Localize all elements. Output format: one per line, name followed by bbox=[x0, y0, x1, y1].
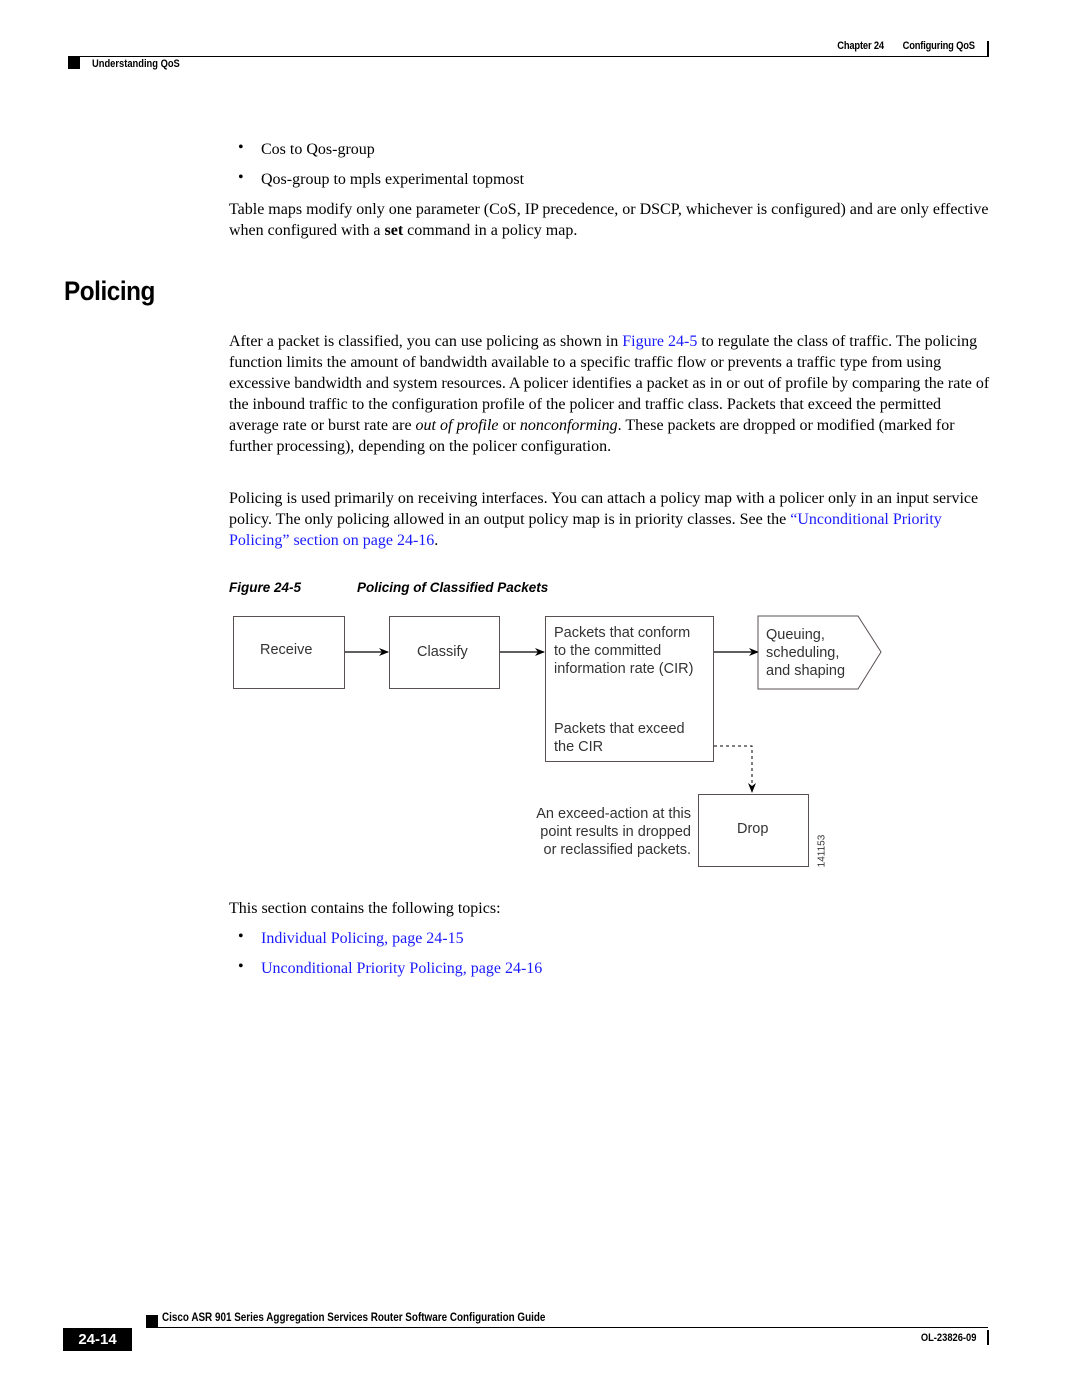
receive-label: Receive bbox=[260, 642, 313, 658]
footer-bar bbox=[987, 1330, 989, 1345]
policing-paragraph-2: Policing is used primarily on receiving … bbox=[229, 488, 991, 551]
figure-id: 141153 bbox=[816, 834, 828, 868]
note-line: point results in dropped bbox=[540, 824, 691, 840]
header-chapter: Chapter 24 Configuring QoS bbox=[837, 40, 975, 52]
text: After a packet is classified, you can us… bbox=[229, 333, 623, 350]
classify-label: Classify bbox=[417, 644, 468, 660]
queuing-label: Queuing, scheduling, and shaping bbox=[766, 626, 845, 680]
bullet-icon: • bbox=[238, 928, 244, 945]
set-command: set bbox=[384, 222, 404, 239]
conform-line: information rate (CIR) bbox=[554, 661, 694, 677]
exceed-action-note: An exceed-action at this point results i… bbox=[536, 805, 691, 859]
footer-rule bbox=[146, 1327, 988, 1328]
list-item: Qos-group to mpls experimental topmost bbox=[261, 171, 525, 188]
chapter-label: Chapter 24 bbox=[837, 40, 885, 52]
figure-caption: Policing of Classified Packets bbox=[357, 580, 549, 595]
page-number: 24-14 bbox=[63, 1328, 132, 1351]
topic-link-unconditional-priority-policing[interactable]: Unconditional Priority Policing, page 24… bbox=[261, 958, 542, 979]
conform-label: Packets that conform to the committed in… bbox=[554, 624, 693, 678]
topic-link-individual-policing[interactable]: Individual Policing, page 24-15 bbox=[261, 928, 464, 949]
chapter-title: Configuring QoS bbox=[902, 40, 975, 52]
figure-link[interactable]: Figure 24-5 bbox=[622, 333, 697, 350]
conform-line: Packets that conform bbox=[554, 625, 691, 641]
text: command in a policy map. bbox=[403, 222, 578, 239]
policing-paragraph-1: After a packet is classified, you can us… bbox=[229, 331, 991, 457]
arrow-exceed-to-drop bbox=[714, 745, 756, 793]
queuing-line: scheduling, bbox=[766, 645, 840, 661]
exceed-line: Packets that exceed bbox=[554, 721, 685, 737]
receive-box: Receive bbox=[233, 616, 345, 689]
header-square-marker bbox=[68, 57, 80, 69]
text: . bbox=[434, 532, 439, 549]
doc-number: OL-23826-09 bbox=[920, 1332, 976, 1344]
exceed-line: the CIR bbox=[554, 739, 604, 755]
queuing-line: and shaping bbox=[766, 663, 846, 679]
list-item: Cos to Qos-group bbox=[261, 141, 375, 158]
header-rule bbox=[68, 56, 989, 57]
exceed-label: Packets that exceed the CIR bbox=[554, 720, 685, 756]
drop-box: Drop bbox=[698, 794, 809, 867]
bullet-icon: • bbox=[238, 958, 244, 975]
note-line: or reclassified packets. bbox=[543, 842, 691, 858]
topics-intro: This section contains the following topi… bbox=[229, 900, 501, 917]
bullet-icon: • bbox=[238, 169, 244, 186]
footer-square-marker bbox=[146, 1315, 158, 1327]
text: or bbox=[498, 417, 520, 434]
section-title: Policing bbox=[64, 276, 155, 306]
figure-number: Figure 24-5 bbox=[229, 580, 302, 595]
police-box: Packets that conform to the committed in… bbox=[545, 616, 714, 762]
queuing-line: Queuing, bbox=[766, 627, 825, 643]
classify-box: Classify bbox=[389, 616, 500, 689]
drop-label: Drop bbox=[737, 821, 769, 837]
footer-guide-title: Cisco ASR 901 Series Aggregation Service… bbox=[162, 1312, 546, 1324]
term-nonconforming: nonconforming bbox=[519, 417, 618, 434]
term-out-of-profile: out of profile bbox=[415, 417, 499, 434]
bullet-icon: • bbox=[238, 139, 244, 156]
header-bar bbox=[987, 41, 989, 56]
header-section: Understanding QoS bbox=[92, 58, 180, 70]
table-maps-paragraph: Table maps modify only one parameter (Co… bbox=[229, 199, 991, 241]
note-line: An exceed-action at this bbox=[536, 806, 691, 822]
text: Table maps modify only one parameter (Co… bbox=[229, 201, 989, 239]
conform-line: to the committed bbox=[554, 643, 662, 659]
